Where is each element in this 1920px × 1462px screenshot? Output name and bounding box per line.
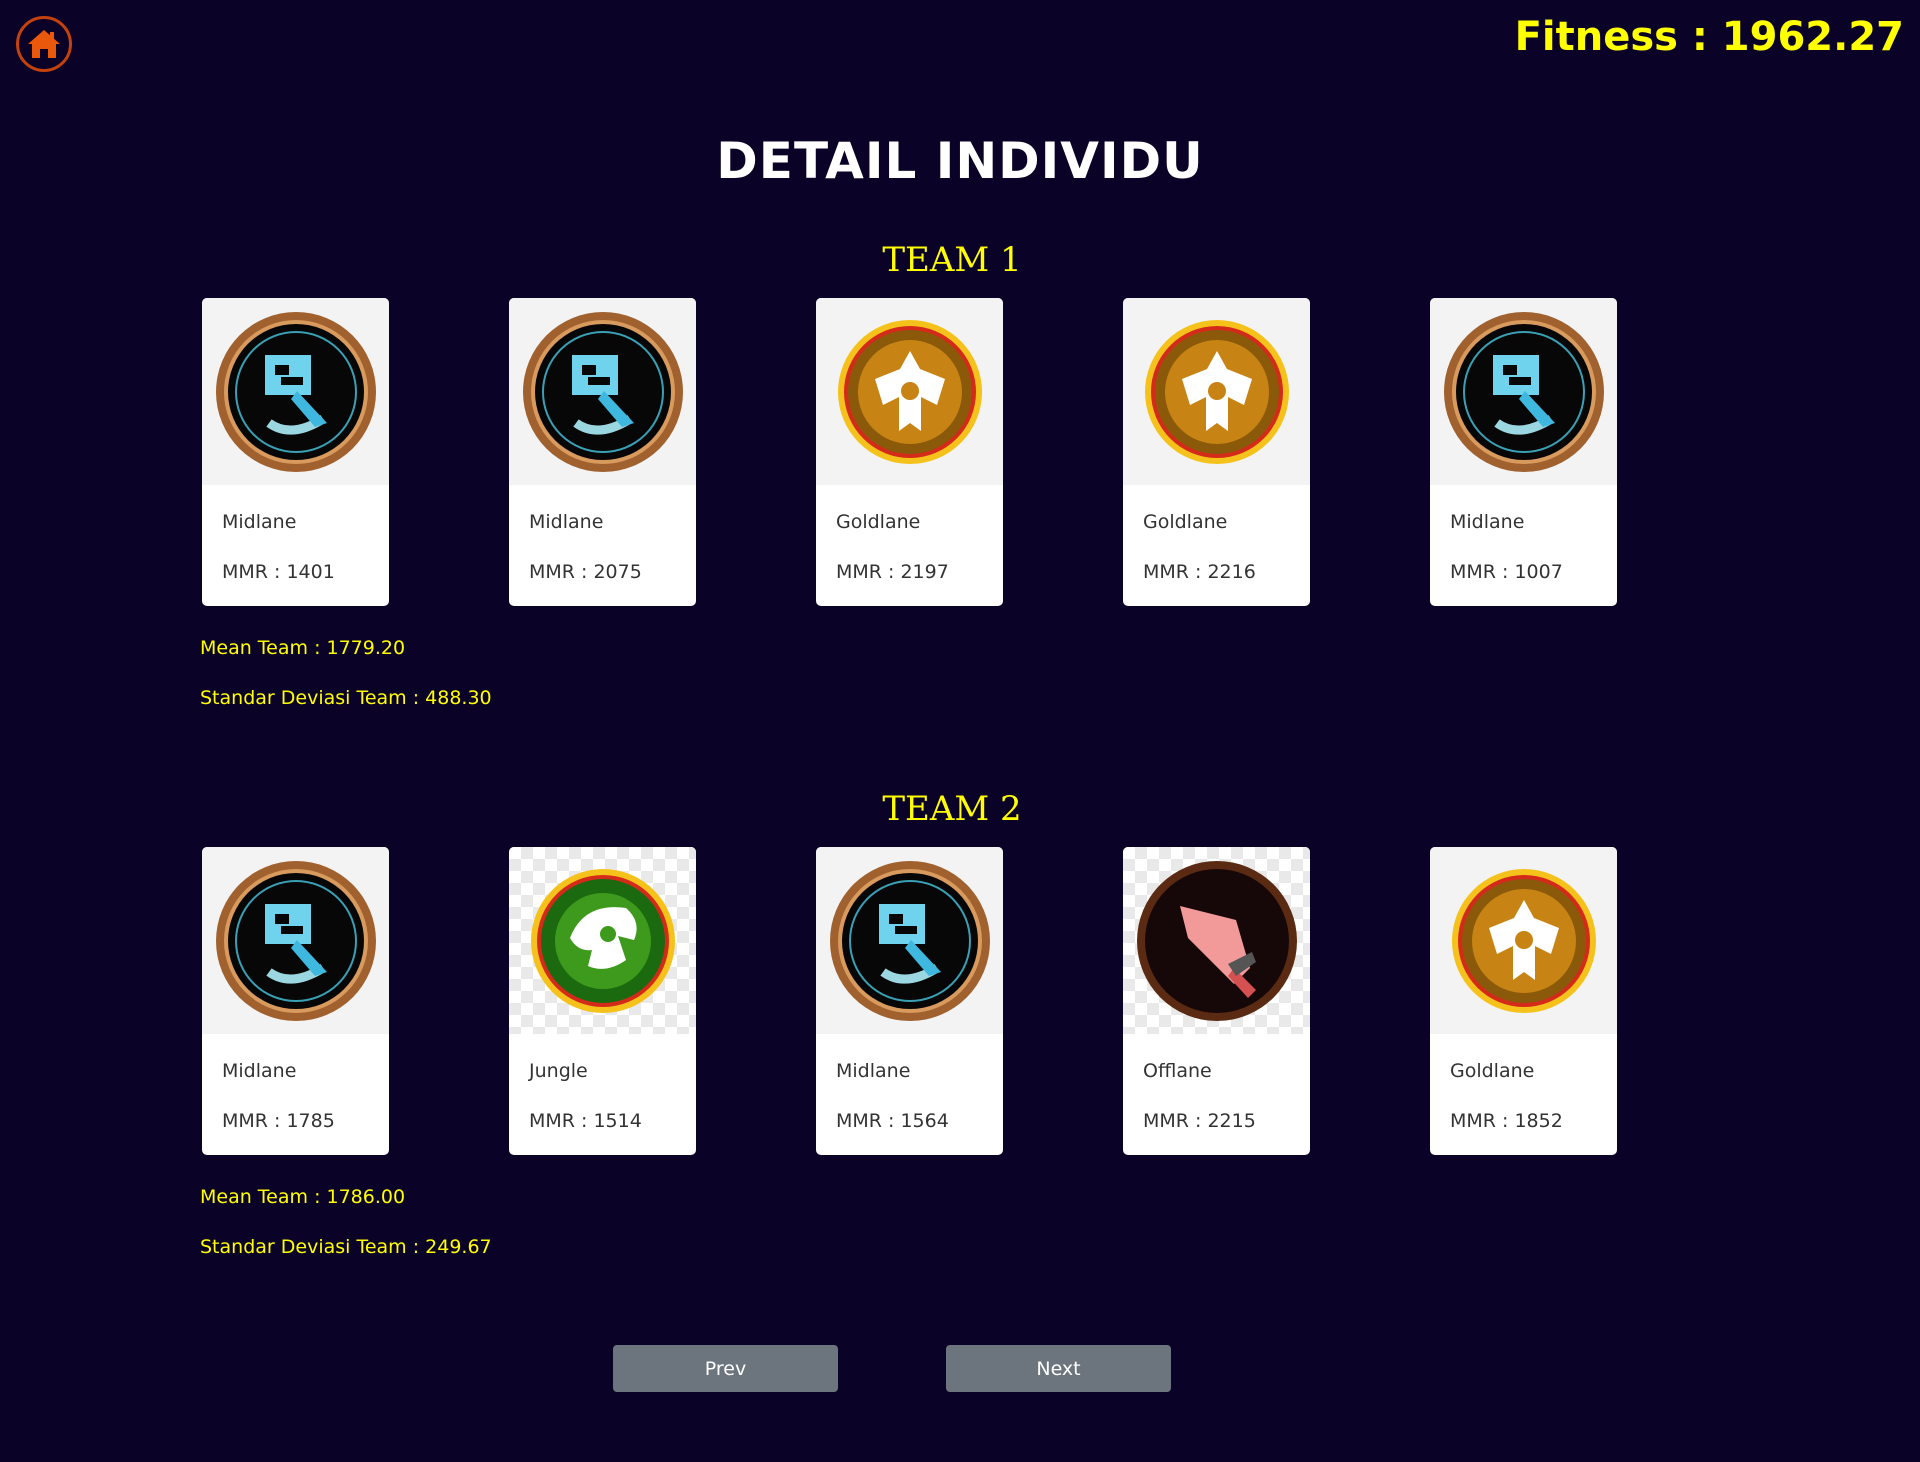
player-mmr: MMR : 1514 [529, 1110, 642, 1132]
card-image [202, 847, 389, 1034]
player-card[interactable]: Midlane MMR : 2075 [509, 298, 696, 606]
home-button[interactable] [16, 16, 72, 72]
card-image [1430, 298, 1617, 485]
player-role: Midlane [529, 511, 604, 533]
player-mmr: MMR : 2075 [529, 561, 642, 583]
prev-button[interactable]: Prev [613, 1345, 838, 1392]
goldlane-role-icon [1144, 319, 1289, 464]
home-icon [28, 30, 60, 58]
player-role: Jungle [529, 1060, 588, 1082]
player-mmr: MMR : 1564 [836, 1110, 949, 1132]
player-card[interactable]: Goldlane MMR : 1852 [1430, 847, 1617, 1155]
player-card[interactable]: Goldlane MMR : 2197 [816, 298, 1003, 606]
player-role: Midlane [222, 511, 297, 533]
player-role: Goldlane [1143, 511, 1228, 533]
player-card[interactable]: Offlane MMR : 2215 [1123, 847, 1310, 1155]
card-image [509, 298, 696, 485]
page-title: DETAIL INDIVIDU [716, 132, 1204, 190]
midlane-role-icon [215, 311, 376, 472]
card-image [1123, 847, 1310, 1034]
player-card[interactable]: Jungle MMR : 1514 [509, 847, 696, 1155]
player-role: Goldlane [1450, 1060, 1535, 1082]
goldlane-role-icon [1451, 868, 1596, 1013]
player-card[interactable]: Midlane MMR : 1564 [816, 847, 1003, 1155]
team-1-stdev: Standar Deviasi Team : 488.30 [200, 687, 492, 709]
goldlane-role-icon [837, 319, 982, 464]
card-image [816, 847, 1003, 1034]
player-card[interactable]: Goldlane MMR : 2216 [1123, 298, 1310, 606]
card-image [1430, 847, 1617, 1034]
player-mmr: MMR : 1007 [1450, 561, 1563, 583]
next-button[interactable]: Next [946, 1345, 1171, 1392]
player-mmr: MMR : 2197 [836, 561, 949, 583]
detail-individu-page: Fitness : 1962.27 DETAIL INDIVIDU TEAM 1… [0, 0, 1920, 1462]
midlane-role-icon [522, 311, 683, 472]
team-2-stdev: Standar Deviasi Team : 249.67 [200, 1236, 492, 1258]
player-role: Midlane [222, 1060, 297, 1082]
player-mmr: MMR : 1852 [1450, 1110, 1563, 1132]
team-2-mean: Mean Team : 1786.00 [200, 1186, 406, 1208]
player-role: Midlane [1450, 511, 1525, 533]
jungle-role-icon [530, 868, 675, 1013]
fitness-score: Fitness : 1962.27 [1514, 14, 1904, 60]
player-card[interactable]: Midlane MMR : 1007 [1430, 298, 1617, 606]
team-1-mean: Mean Team : 1779.20 [200, 637, 406, 659]
player-card[interactable]: Midlane MMR : 1401 [202, 298, 389, 606]
midlane-role-icon [829, 860, 990, 1021]
offlane-role-icon [1136, 860, 1297, 1021]
player-mmr: MMR : 2216 [1143, 561, 1256, 583]
player-mmr: MMR : 2215 [1143, 1110, 1256, 1132]
player-card[interactable]: Midlane MMR : 1785 [202, 847, 389, 1155]
player-mmr: MMR : 1401 [222, 561, 335, 583]
card-image [202, 298, 389, 485]
card-image [1123, 298, 1310, 485]
player-role: Offlane [1143, 1060, 1212, 1082]
card-image [509, 847, 696, 1034]
card-image [816, 298, 1003, 485]
team-2-title: TEAM 2 [882, 789, 1022, 829]
midlane-role-icon [215, 860, 376, 1021]
midlane-role-icon [1443, 311, 1604, 472]
player-role: Midlane [836, 1060, 911, 1082]
player-mmr: MMR : 1785 [222, 1110, 335, 1132]
player-role: Goldlane [836, 511, 921, 533]
team-1-title: TEAM 1 [882, 240, 1022, 280]
